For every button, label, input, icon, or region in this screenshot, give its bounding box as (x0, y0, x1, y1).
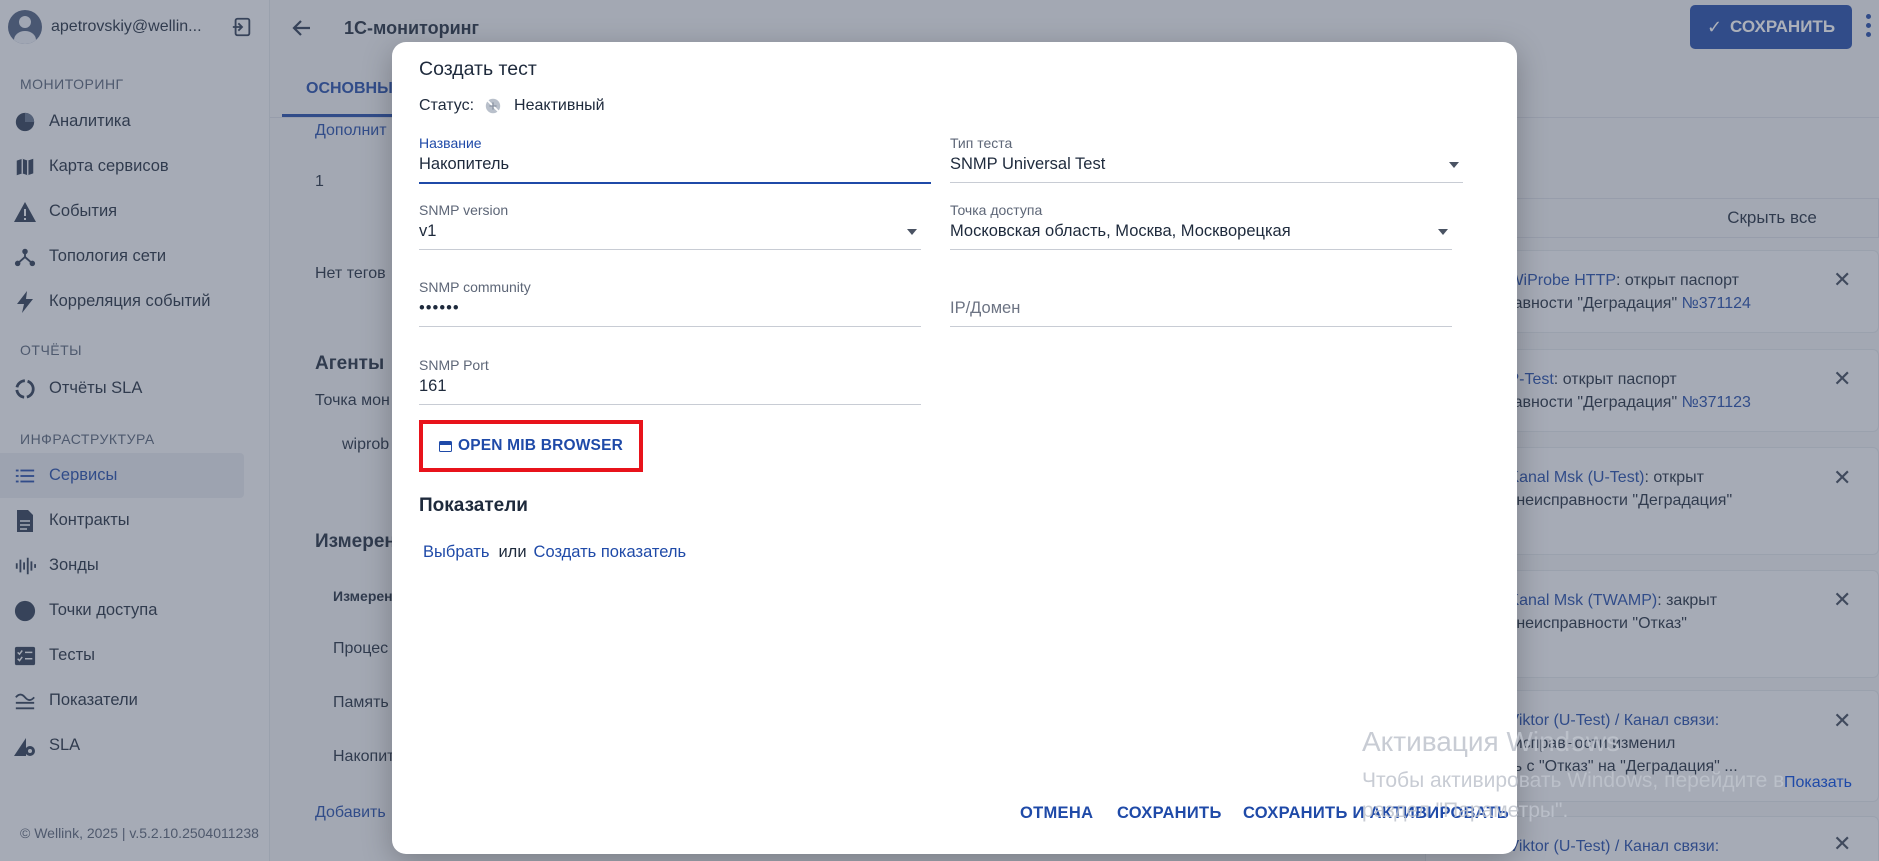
chevron-down-icon (907, 229, 917, 235)
open-mib-browser-button[interactable]: OPEN MIB BROWSER (419, 420, 643, 472)
create-test-dialog: Создать тест Статус: Неактивный Название… (392, 42, 1517, 854)
snmp-version-select[interactable]: SNMP version v1 (419, 202, 921, 250)
chevron-down-icon (1449, 162, 1459, 168)
show-link[interactable]: Показать (1784, 774, 1852, 792)
inactive-status-icon (485, 98, 501, 114)
window-icon (438, 440, 452, 452)
select-indicator-link[interactable]: Выбрать (423, 543, 489, 561)
indicators-actions: Выбрать или Создать показатель (423, 543, 687, 561)
status-label: Статус: (419, 97, 475, 114)
dialog-title: Создать тест (419, 58, 537, 80)
name-field[interactable]: Название Накопитель (419, 135, 931, 184)
cancel-button[interactable]: ОТМЕНА (1020, 804, 1093, 823)
ip-domain-field[interactable]: IP/Домен (950, 279, 1452, 327)
watermark-title: Активация Windows (1362, 726, 1621, 757)
status-value: Неактивный (514, 97, 605, 114)
test-type-select[interactable]: Тип теста SNMP Universal Test (950, 135, 1463, 183)
status-row: Статус: Неактивный (419, 97, 605, 115)
chevron-down-icon (1438, 229, 1448, 235)
snmp-community-field[interactable]: SNMP community •••••• (419, 279, 921, 327)
indicators-heading: Показатели (419, 495, 528, 516)
save-button[interactable]: СОХРАНИТЬ (1117, 804, 1222, 823)
create-indicator-link[interactable]: Создать показатель (534, 543, 687, 561)
snmp-port-field[interactable]: SNMP Port 161 (419, 357, 921, 405)
access-point-select[interactable]: Точка доступа Московская область, Москва… (950, 202, 1452, 250)
